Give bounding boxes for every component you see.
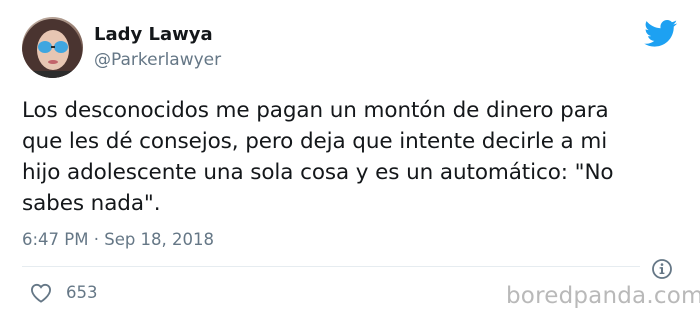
avatar[interactable] (22, 17, 83, 78)
tweet-text-line: sabes nada". (22, 191, 161, 216)
author-name[interactable]: Lady Lawya (94, 24, 213, 45)
tweet-text: Los desconocidos me pagan un montón de d… (22, 95, 690, 219)
author-handle[interactable]: @Parkerlawyer (94, 50, 221, 70)
watermark-logo: boredpanda.com (506, 283, 700, 309)
tweet-timestamp[interactable]: 6:47 PM · Sep 18, 2018 (22, 230, 214, 249)
twitter-bird-icon[interactable] (644, 20, 678, 48)
tweet-text-line: que les dé consejos, pero deja que inten… (22, 129, 608, 154)
avatar-image (22, 19, 83, 78)
heart-icon[interactable] (30, 283, 52, 303)
like-count: 653 (66, 283, 98, 302)
info-icon[interactable] (651, 258, 673, 280)
tweet-card: Lady Lawya @Parkerlawyer Los desconocido… (0, 0, 700, 319)
tweet-text-line: Los desconocidos me pagan un montón de d… (22, 98, 609, 123)
tweet-text-line: hijo adolescente una sola cosa y es un a… (22, 160, 614, 185)
divider (22, 266, 640, 267)
